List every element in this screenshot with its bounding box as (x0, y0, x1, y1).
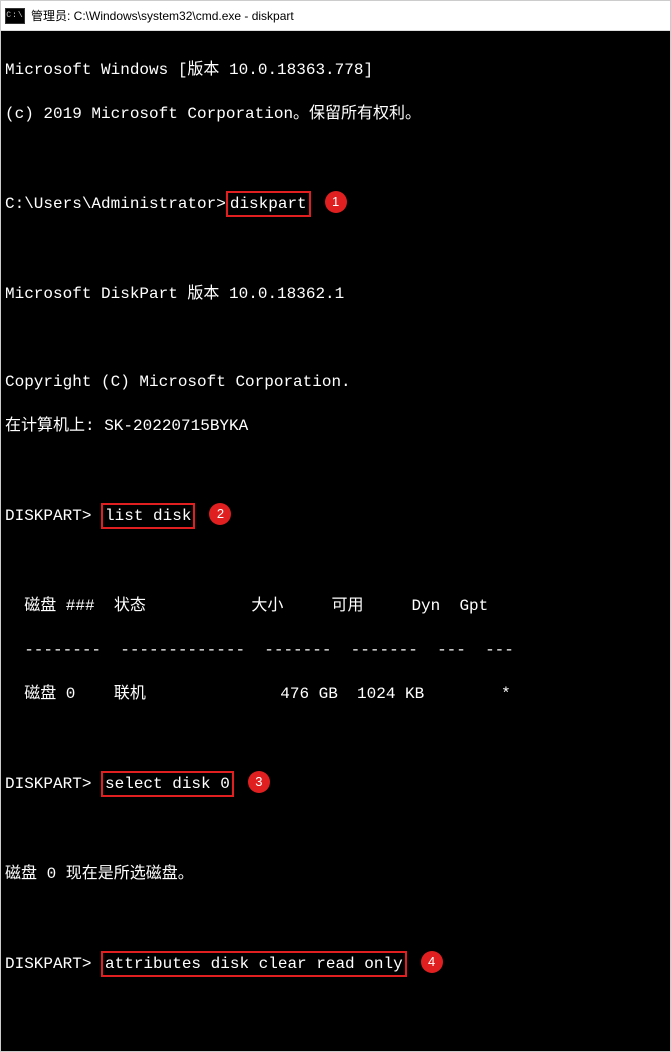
line-blank (5, 327, 666, 349)
line-diskpart-ver: Microsoft DiskPart 版本 10.0.18362.1 (5, 283, 666, 305)
line-selected: 磁盘 0 现在是所选磁盘。 (5, 863, 666, 885)
prompt-diskpart: DISKPART> (5, 955, 101, 973)
line-prompt-1: C:\Users\Administrator>diskpart 1 (5, 191, 666, 217)
table-row: 磁盘 0 联机 476 GB 1024 KB * (5, 683, 666, 705)
line-prompt-3: DISKPART> select disk 0 3 (5, 771, 666, 797)
badge-4: 4 (421, 951, 443, 973)
cmd-icon: C:\ (5, 8, 25, 24)
cmd-select-disk: select disk 0 (101, 771, 234, 797)
line-winver: Microsoft Windows [版本 10.0.18363.778] (5, 59, 666, 81)
cmd-attributes-clear: attributes disk clear read only (101, 951, 407, 977)
cmd-list-disk: list disk (101, 503, 195, 529)
cmd-diskpart: diskpart (226, 191, 311, 217)
line-blank (5, 727, 666, 749)
table-header: 磁盘 ### 状态 大小 可用 Dyn Gpt (5, 595, 666, 617)
titlebar: C:\ 管理员: C:\Windows\system32\cmd.exe - d… (1, 1, 670, 31)
line-blank (5, 147, 666, 169)
line-blank (5, 907, 666, 929)
prompt-diskpart: DISKPART> (5, 507, 101, 525)
line-copyright-ms: (c) 2019 Microsoft Corporation。保留所有权利。 (5, 103, 666, 125)
prompt-diskpart: DISKPART> (5, 775, 101, 793)
terminal-output[interactable]: Microsoft Windows [版本 10.0.18363.778] (c… (1, 31, 670, 1051)
line-blank (5, 819, 666, 841)
badge-1: 1 (325, 191, 347, 213)
line-blank (5, 459, 666, 481)
window-title: 管理员: C:\Windows\system32\cmd.exe - diskp… (31, 7, 294, 24)
line-blank (5, 239, 666, 261)
prompt-user: C:\Users\Administrator> (5, 195, 226, 213)
line-computer: 在计算机上: SK-20220715BYKA (5, 415, 666, 437)
cmd-window: C:\ 管理员: C:\Windows\system32\cmd.exe - d… (0, 0, 671, 1052)
line-prompt-4: DISKPART> attributes disk clear read onl… (5, 951, 666, 977)
line-blank (5, 551, 666, 573)
line-prompt-2: DISKPART> list disk 2 (5, 503, 666, 529)
table-divider: -------- ------------- ------- ------- -… (5, 639, 666, 661)
badge-3: 3 (248, 771, 270, 793)
line-copyright-dp: Copyright (C) Microsoft Corporation. (5, 371, 666, 393)
badge-2: 2 (209, 503, 231, 525)
